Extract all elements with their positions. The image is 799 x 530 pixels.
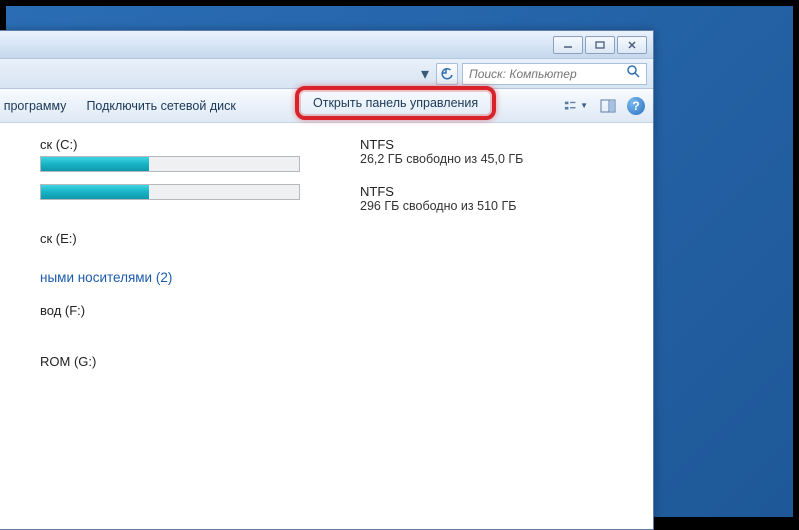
explorer-window: ▾ ть программу Подключить сетевой диск О… (0, 30, 654, 530)
drive-row-g[interactable]: ROM (G:) (0, 326, 653, 377)
preview-pane-button[interactable] (595, 95, 621, 117)
capacity-fill-d (41, 185, 149, 199)
filesystem-d: NTFS (360, 184, 516, 199)
desktop-background: ▾ ть программу Подключить сетевой диск О… (6, 6, 793, 517)
filesystem-c: NTFS (360, 137, 523, 152)
refresh-icon (440, 67, 454, 81)
capacity-fill-c (41, 157, 149, 171)
drive-label-f: вод (F:) (40, 303, 85, 318)
capacity-bar-c (40, 156, 300, 172)
drive-row-f[interactable]: вод (F:) (0, 291, 653, 326)
toolbar-map-network-drive[interactable]: Подключить сетевой диск (76, 95, 245, 117)
capacity-bar-d (40, 184, 300, 200)
search-box[interactable] (462, 63, 647, 85)
minimize-button[interactable] (553, 36, 583, 54)
preview-pane-icon (600, 99, 616, 113)
search-icon[interactable] (626, 64, 640, 83)
toolbar: ть программу Подключить сетевой диск Отк… (0, 89, 653, 123)
view-options-button[interactable]: ▼ (563, 95, 589, 117)
search-input[interactable] (469, 67, 626, 81)
maximize-button[interactable] (585, 36, 615, 54)
breadcrumb[interactable]: ▾ (418, 65, 432, 83)
help-icon: ? (632, 99, 639, 113)
toolbar-uninstall[interactable]: ть программу (0, 95, 76, 117)
titlebar (0, 31, 653, 59)
drive-label-e: ск (E:) (40, 231, 77, 246)
chevron-down-icon: ▼ (580, 101, 588, 110)
content-area: ск (C:) NTFS 26,2 ГБ свободно из 45,0 ГБ (0, 123, 653, 377)
drive-label-c: ск (C:) (40, 137, 320, 156)
group-removable-media[interactable]: ными носителями (2) (0, 254, 653, 291)
refresh-button[interactable] (436, 63, 458, 85)
close-button[interactable] (617, 36, 647, 54)
view-options-icon (564, 99, 578, 113)
drive-label-g: ROM (G:) (40, 354, 96, 369)
drive-row-c[interactable]: ск (C:) NTFS 26,2 ГБ свободно из 45,0 ГБ (0, 131, 653, 178)
drive-info-c: 26,2 ГБ свободно из 45,0 ГБ (360, 152, 523, 166)
drive-row-d[interactable]: NTFS 296 ГБ свободно из 510 ГБ (0, 178, 653, 219)
address-bar: ▾ (0, 59, 653, 89)
help-button[interactable]: ? (627, 97, 645, 115)
drive-row-e[interactable]: ск (E:) (0, 219, 653, 254)
breadcrumb-dropdown-icon[interactable]: ▾ (418, 65, 432, 83)
drive-info-d: 296 ГБ свободно из 510 ГБ (360, 199, 516, 213)
toolbar-open-control-panel[interactable]: Открыть панель управления (295, 86, 496, 120)
